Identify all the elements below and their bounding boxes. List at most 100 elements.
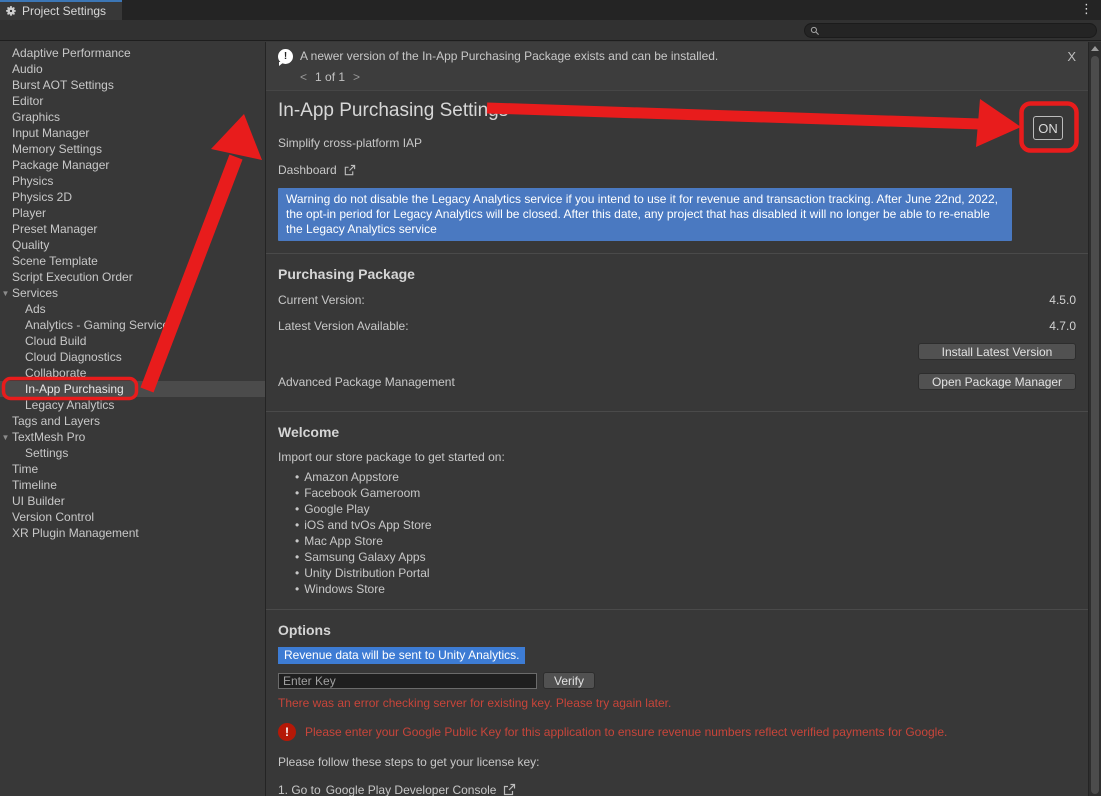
- store-name: iOS and tvOs App Store: [304, 518, 431, 532]
- sidebar-item-legacy-analytics[interactable]: Legacy Analytics: [0, 397, 265, 413]
- sidebar-item-editor[interactable]: Editor: [0, 93, 265, 109]
- verify-button[interactable]: Verify: [543, 672, 595, 689]
- welcome-intro: Import our store package to get started …: [278, 450, 1088, 464]
- sidebar-item-tags-and-layers[interactable]: Tags and Layers: [0, 413, 265, 429]
- bullet-icon: •: [295, 502, 299, 516]
- google-play-console-link[interactable]: Google Play Developer Console: [326, 783, 517, 796]
- open-package-manager-button[interactable]: Open Package Manager: [918, 373, 1076, 390]
- analytics-notice-badge: Revenue data will be sent to Unity Analy…: [278, 647, 525, 664]
- sidebar-item-package-manager[interactable]: Package Manager: [0, 157, 265, 173]
- sidebar-item-in-app-purchasing[interactable]: In-App Purchasing: [0, 381, 265, 397]
- sidebar-item-label: Time: [12, 461, 38, 477]
- sidebar-item-graphics[interactable]: Graphics: [0, 109, 265, 125]
- sidebar-item-cloud-build[interactable]: Cloud Build: [0, 333, 265, 349]
- pager-label: 1 of 1: [315, 70, 345, 84]
- sidebar-item-label: In-App Purchasing: [25, 381, 124, 397]
- sidebar-item-preset-manager[interactable]: Preset Manager: [0, 221, 265, 237]
- sidebar-item-label: Scene Template: [12, 253, 98, 269]
- sidebar-item-physics-2d[interactable]: Physics 2D: [0, 189, 265, 205]
- kebab-menu-icon[interactable]: ⋮: [1072, 0, 1101, 20]
- latest-version-value: 4.7.0: [1049, 319, 1076, 333]
- content-area: Adaptive PerformanceAudioBurst AOT Setti…: [0, 42, 1101, 796]
- sidebar-item-analytics-gaming-services[interactable]: Analytics - Gaming Services: [0, 317, 265, 333]
- dashboard-link[interactable]: Dashboard: [278, 163, 1088, 177]
- sidebar-item-label: TextMesh Pro: [12, 429, 85, 445]
- bullet-icon: •: [295, 566, 299, 580]
- banner-close-icon[interactable]: X: [1067, 49, 1076, 64]
- sidebar-item-audio[interactable]: Audio: [0, 61, 265, 77]
- iap-enabled-toggle[interactable]: ON: [1033, 116, 1063, 140]
- sidebar-item-label: Legacy Analytics: [25, 397, 114, 413]
- sidebar-item-label: Audio: [12, 61, 43, 77]
- store-list-item: •Samsung Galaxy Apps: [295, 549, 1088, 565]
- disclosure-triangle-icon[interactable]: ▼: [0, 430, 11, 446]
- disclosure-triangle-icon[interactable]: ▼: [0, 286, 11, 302]
- sidebar-item-label: Tags and Layers: [12, 413, 100, 429]
- sidebar-item-collaborate[interactable]: Collaborate: [0, 365, 265, 381]
- purchasing-package-heading: Purchasing Package: [278, 266, 1088, 282]
- toolbar: [0, 20, 1101, 41]
- sidebar-item-label: XR Plugin Management: [12, 525, 139, 541]
- sidebar-item-textmesh-pro[interactable]: ▼TextMesh Pro: [0, 429, 265, 445]
- sidebar-item-label: Editor: [12, 93, 43, 109]
- search-box[interactable]: [804, 23, 1097, 38]
- store-name: Mac App Store: [304, 534, 383, 548]
- sidebar-item-time[interactable]: Time: [0, 461, 265, 477]
- sidebar-item-quality[interactable]: Quality: [0, 237, 265, 253]
- store-list-item: •Amazon Appstore: [295, 469, 1088, 485]
- options-heading: Options: [278, 622, 1088, 638]
- settings-sidebar: Adaptive PerformanceAudioBurst AOT Setti…: [0, 42, 266, 796]
- store-name: Unity Distribution Portal: [304, 566, 429, 580]
- scrollbar-thumb[interactable]: [1091, 56, 1099, 794]
- section-divider: [266, 609, 1088, 610]
- sidebar-item-label: Collaborate: [25, 365, 86, 381]
- sidebar-item-player[interactable]: Player: [0, 205, 265, 221]
- sidebar-item-label: Physics: [12, 173, 53, 189]
- sidebar-item-version-control[interactable]: Version Control: [0, 509, 265, 525]
- main-panel: ! A newer version of the In-App Purchasi…: [266, 42, 1101, 796]
- store-name: Facebook Gameroom: [304, 486, 420, 500]
- sidebar-item-label: Services: [12, 285, 58, 301]
- sidebar-item-ads[interactable]: Ads: [0, 301, 265, 317]
- sidebar-item-adaptive-performance[interactable]: Adaptive Performance: [0, 45, 265, 61]
- sidebar-item-scene-template[interactable]: Scene Template: [0, 253, 265, 269]
- bullet-icon: •: [295, 518, 299, 532]
- sidebar-item-services[interactable]: ▼Services: [0, 285, 265, 301]
- sidebar-item-memory-settings[interactable]: Memory Settings: [0, 141, 265, 157]
- sidebar-item-label: Input Manager: [12, 125, 89, 141]
- tab-title: Project Settings: [22, 4, 106, 18]
- sidebar-item-settings[interactable]: Settings: [0, 445, 265, 461]
- update-notification-banner: ! A newer version of the In-App Purchasi…: [266, 42, 1088, 91]
- sidebar-item-script-execution-order[interactable]: Script Execution Order: [0, 269, 265, 285]
- store-list-item: •Windows Store: [295, 581, 1088, 597]
- sidebar-item-label: Script Execution Order: [12, 269, 133, 285]
- sidebar-item-label: Player: [12, 205, 46, 221]
- store-list-item: • Facebook Gameroom: [295, 485, 1088, 501]
- store-name: Windows Store: [304, 582, 385, 596]
- sidebar-item-input-manager[interactable]: Input Manager: [0, 125, 265, 141]
- tab-project-settings[interactable]: Project Settings: [0, 0, 122, 20]
- install-latest-version-button[interactable]: Install Latest Version: [918, 343, 1076, 360]
- pager-prev-button[interactable]: <: [300, 70, 307, 84]
- sidebar-item-label: Graphics: [12, 109, 60, 125]
- sidebar-item-label: Timeline: [12, 477, 57, 493]
- error-icon: !: [278, 723, 296, 741]
- legacy-analytics-warning: Warning do not disable the Legacy Analyt…: [278, 188, 1012, 241]
- pager-next-button[interactable]: >: [353, 70, 360, 84]
- current-version-label: Current Version:: [278, 293, 365, 307]
- vertical-scrollbar[interactable]: [1088, 42, 1101, 796]
- google-key-input[interactable]: [278, 673, 537, 689]
- store-list-item: •Google Play: [295, 501, 1088, 517]
- sidebar-item-cloud-diagnostics[interactable]: Cloud Diagnostics: [0, 349, 265, 365]
- sidebar-item-label: Version Control: [12, 509, 94, 525]
- search-input[interactable]: [823, 25, 1096, 37]
- sidebar-item-burst-aot-settings[interactable]: Burst AOT Settings: [0, 77, 265, 93]
- sidebar-item-physics[interactable]: Physics: [0, 173, 265, 189]
- bullet-icon: •: [295, 486, 299, 500]
- sidebar-item-ui-builder[interactable]: UI Builder: [0, 493, 265, 509]
- sidebar-item-timeline[interactable]: Timeline: [0, 477, 265, 493]
- sidebar-item-xr-plugin-management[interactable]: XR Plugin Management: [0, 525, 265, 541]
- sidebar-item-label: Physics 2D: [12, 189, 72, 205]
- scrollbar-up-button[interactable]: [1089, 42, 1101, 55]
- title-bar: Project Settings ⋮: [0, 0, 1101, 20]
